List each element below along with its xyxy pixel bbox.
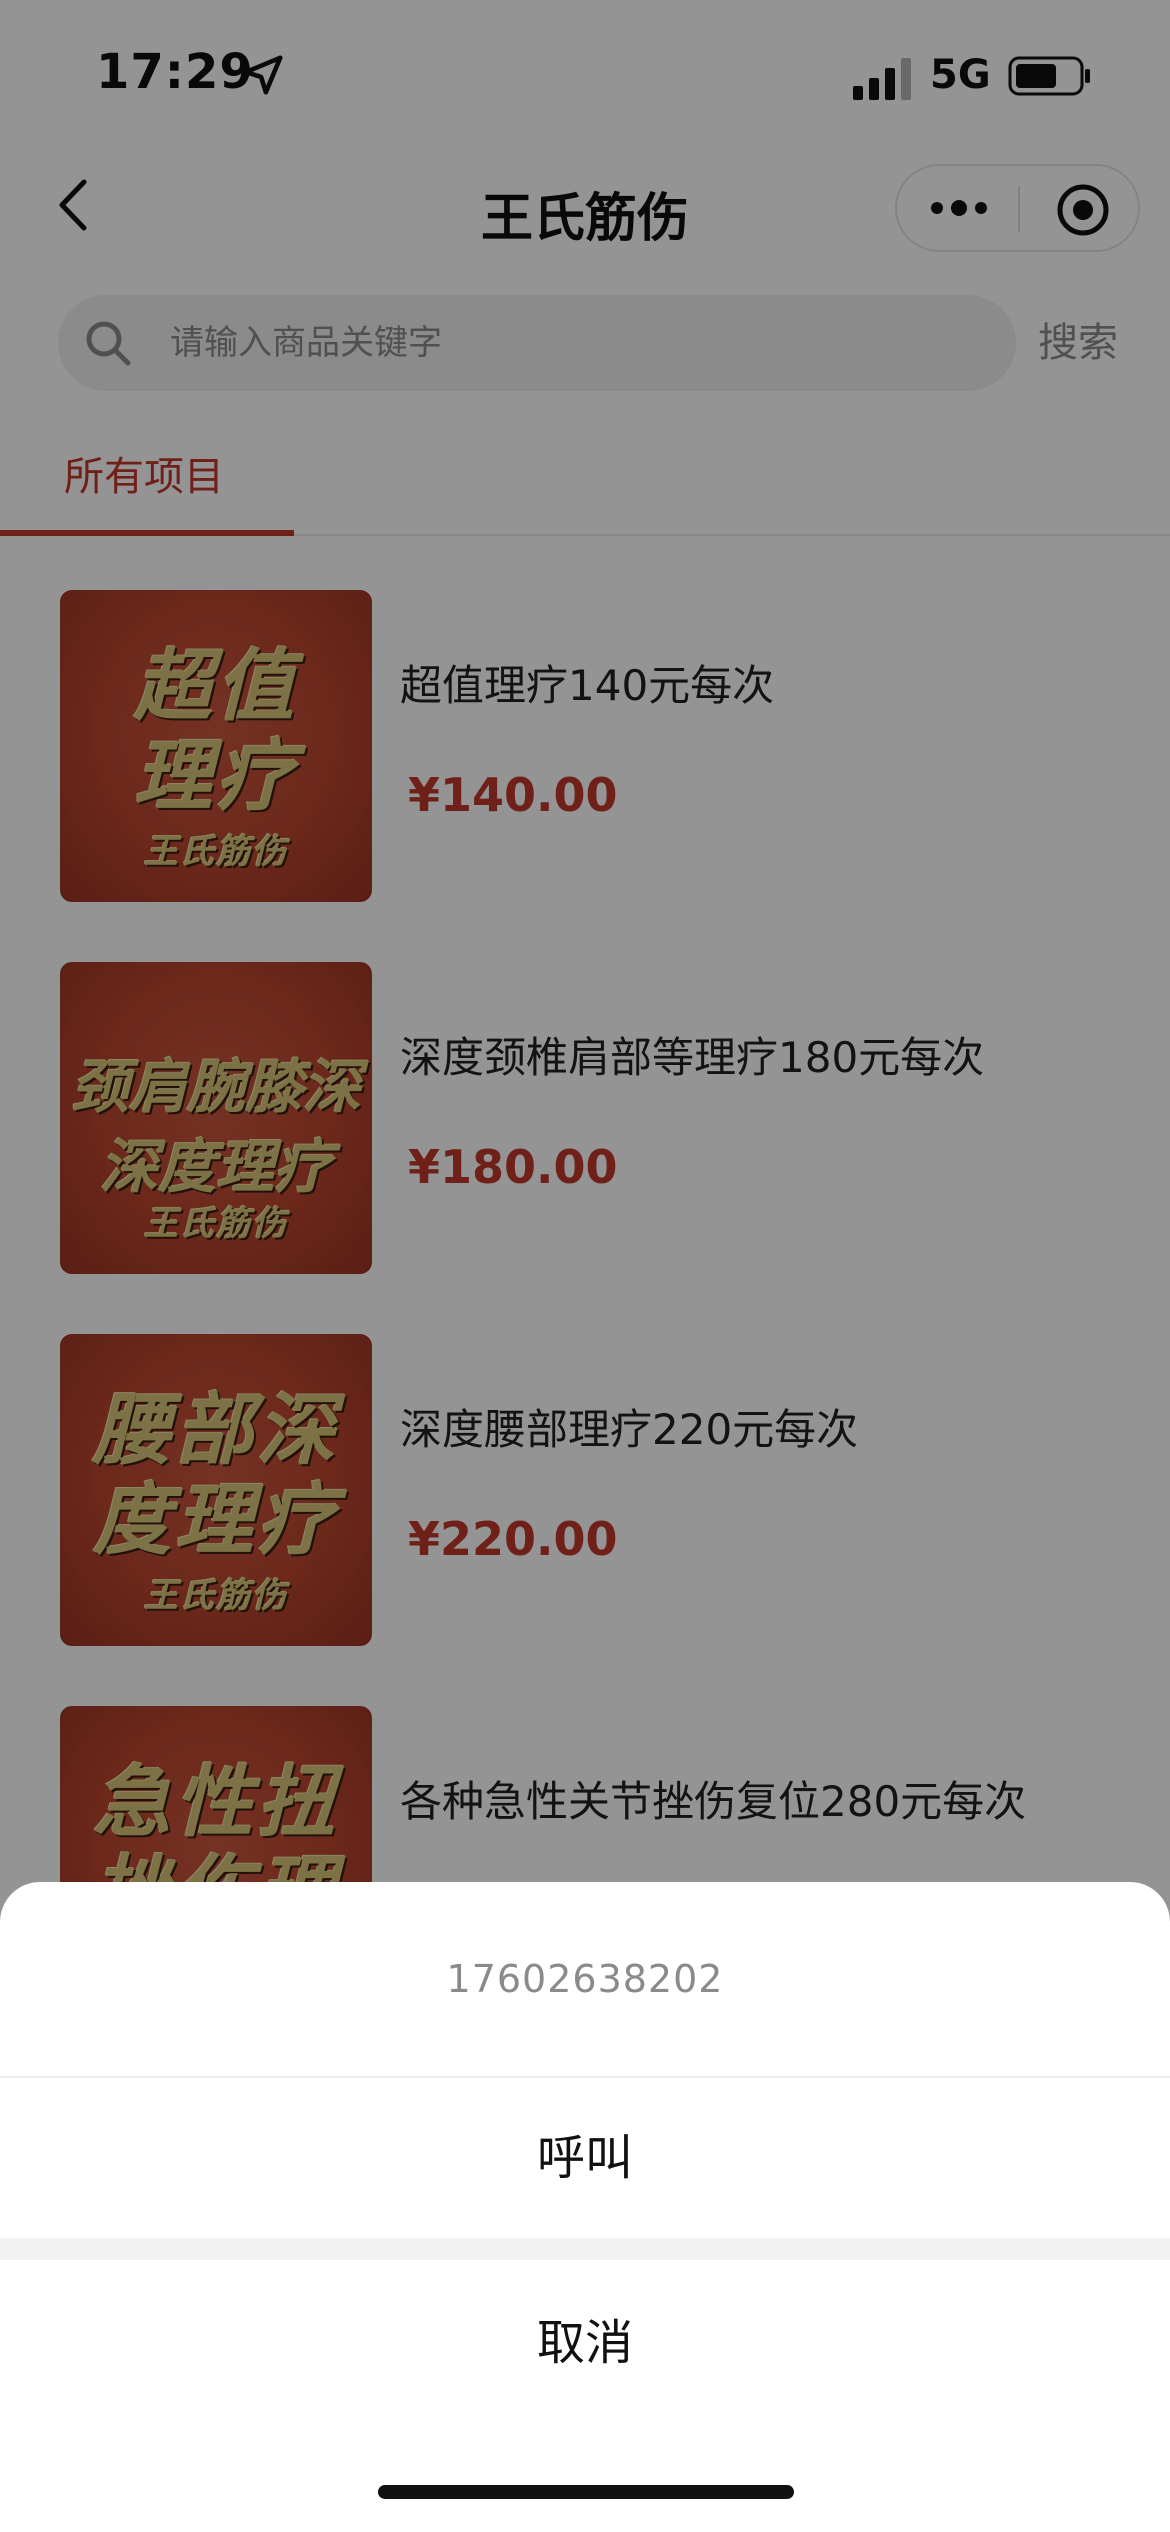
call-button[interactable]: 呼叫 <box>0 2078 1170 2238</box>
home-indicator[interactable] <box>378 2485 794 2499</box>
cancel-button[interactable]: 取消 <box>0 2260 1170 2426</box>
app-screen: 17:29 5G 王氏筋伤 请输入商品关键字 搜索 所有项目 超值 理疗 王氏筋… <box>0 0 1170 2532</box>
call-action-sheet: 17602638202 呼叫 取消 <box>0 1882 1170 2532</box>
phone-number: 17602638202 <box>446 1957 724 2001</box>
sheet-gap <box>0 2238 1170 2260</box>
